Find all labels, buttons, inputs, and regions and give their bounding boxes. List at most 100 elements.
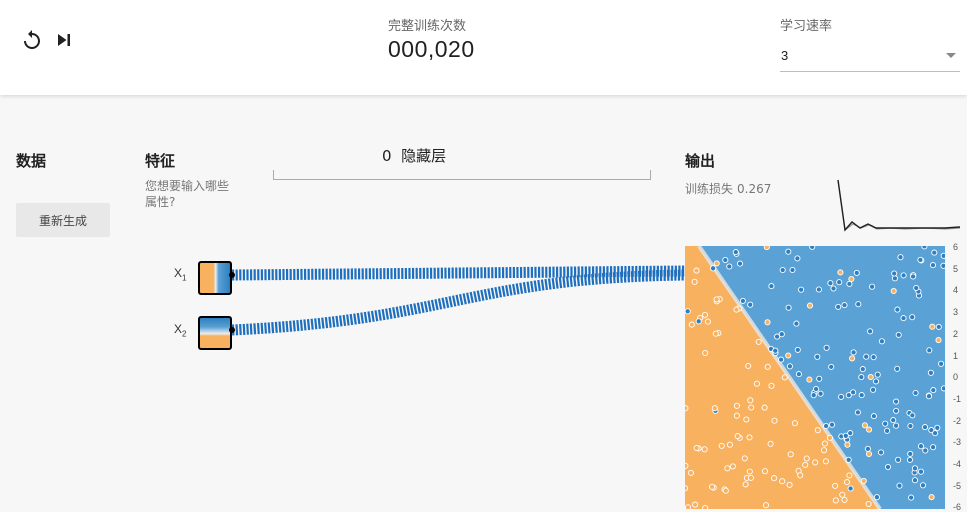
data-point-positive <box>838 393 845 400</box>
data-point-positive <box>907 422 914 430</box>
data-point-negative <box>685 462 689 469</box>
x1-output-dot <box>229 272 235 278</box>
data-point-negative <box>865 450 873 458</box>
data-point-negative <box>860 477 867 484</box>
data-point-positive <box>897 254 904 261</box>
data-point-positive <box>919 482 927 489</box>
data-point-negative <box>713 296 720 303</box>
data-point-negative <box>763 246 770 251</box>
data-point-positive <box>828 363 835 370</box>
data-point-positive <box>710 265 717 272</box>
data-point-positive <box>732 249 739 256</box>
data-point-positive <box>869 283 876 290</box>
data-point-negative <box>688 321 695 328</box>
y-axis-tick: -2 <box>953 415 962 426</box>
data-point-negative <box>753 380 760 387</box>
y-axis-tick: -3 <box>953 437 962 448</box>
data-point-positive <box>907 450 914 457</box>
data-point-positive <box>836 279 843 286</box>
data-point-positive <box>927 369 934 376</box>
data-point-positive <box>768 283 775 290</box>
data-point-positive <box>726 263 733 270</box>
data-point-negative <box>761 468 769 475</box>
data-point-positive <box>906 456 914 463</box>
data-point-positive <box>870 386 877 393</box>
data-point-negative <box>704 318 711 325</box>
data-point-negative <box>848 275 855 283</box>
data-point-positive <box>938 360 945 367</box>
data-point-negative <box>685 504 692 509</box>
data-point-negative <box>693 267 700 274</box>
data-point-positive <box>908 494 915 501</box>
data-point-positive <box>864 445 871 452</box>
data-point-positive <box>893 422 900 429</box>
hidden-layers-bracket <box>273 170 651 180</box>
data-point-positive <box>859 366 866 373</box>
y-axis-tick: -1 <box>953 393 962 404</box>
data-point-negative <box>865 500 872 508</box>
hidden-layers-header: 0 隐藏层 <box>382 145 446 166</box>
y-axis-tick: -5 <box>953 480 962 491</box>
data-point-positive <box>785 248 792 255</box>
data-point-positive <box>828 421 836 428</box>
data-point-positive <box>815 286 822 293</box>
data-point-positive <box>917 468 925 475</box>
data-point-negative <box>866 426 873 433</box>
data-point-positive <box>884 427 891 434</box>
data-point-negative <box>755 338 762 345</box>
data-point-negative <box>844 441 851 448</box>
hidden-layers-label: 隐藏层 <box>401 147 447 165</box>
data-point-negative <box>745 362 752 370</box>
data-point-negative <box>762 502 770 509</box>
data-point-positive <box>891 270 898 277</box>
data-point-positive <box>940 252 945 259</box>
data-point-positive <box>814 353 821 360</box>
data-point-positive <box>823 422 830 430</box>
data-point-positive <box>786 363 793 370</box>
data-point-positive <box>722 256 729 264</box>
output-heatmap-svg <box>685 246 945 509</box>
data-point-negative <box>741 455 748 462</box>
data-point-negative <box>733 402 740 409</box>
weight-x2-output[interactable] <box>231 269 686 336</box>
y-axis-tick: 3 <box>953 307 959 318</box>
data-point-negative <box>761 404 768 411</box>
data-point-positive <box>779 266 786 274</box>
data-point-positive <box>921 246 928 250</box>
output-title: 输出 <box>685 152 716 170</box>
data-point-negative <box>742 481 749 488</box>
data-point-negative <box>701 311 709 318</box>
data-point-negative <box>722 487 729 494</box>
data-point-negative <box>748 404 755 411</box>
test-loss-line <box>837 179 961 232</box>
data-point-negative <box>929 323 936 330</box>
data-point-negative <box>685 485 689 492</box>
data-point-negative <box>701 446 708 453</box>
data-point-negative <box>692 501 699 508</box>
data-point-positive <box>900 272 907 279</box>
data-point-negative <box>733 412 740 419</box>
y-axis-tick: -6 <box>953 502 962 512</box>
data-point-negative <box>797 472 804 479</box>
data-point-positive <box>910 273 917 280</box>
data-point-negative <box>846 472 853 479</box>
data-point-positive <box>685 308 691 315</box>
data-point-positive <box>894 365 901 372</box>
data-point-negative <box>832 497 839 504</box>
data-point-positive <box>934 424 941 431</box>
data-point-negative <box>771 475 778 482</box>
data-point-negative <box>821 440 828 447</box>
data-point-negative <box>791 420 798 427</box>
data-point-negative <box>785 352 792 359</box>
data-point-positive <box>835 303 842 310</box>
data-point-positive <box>929 262 937 269</box>
data-point-negative <box>713 260 720 267</box>
data-point-negative <box>806 302 814 309</box>
data-point-positive <box>884 463 892 471</box>
data-point-positive <box>846 280 853 287</box>
data-point-negative <box>820 447 828 454</box>
y-axis-tick: -4 <box>953 459 962 469</box>
data-point-positive <box>926 347 933 354</box>
data-point-negative <box>867 373 874 381</box>
data-point-positive <box>809 246 816 250</box>
